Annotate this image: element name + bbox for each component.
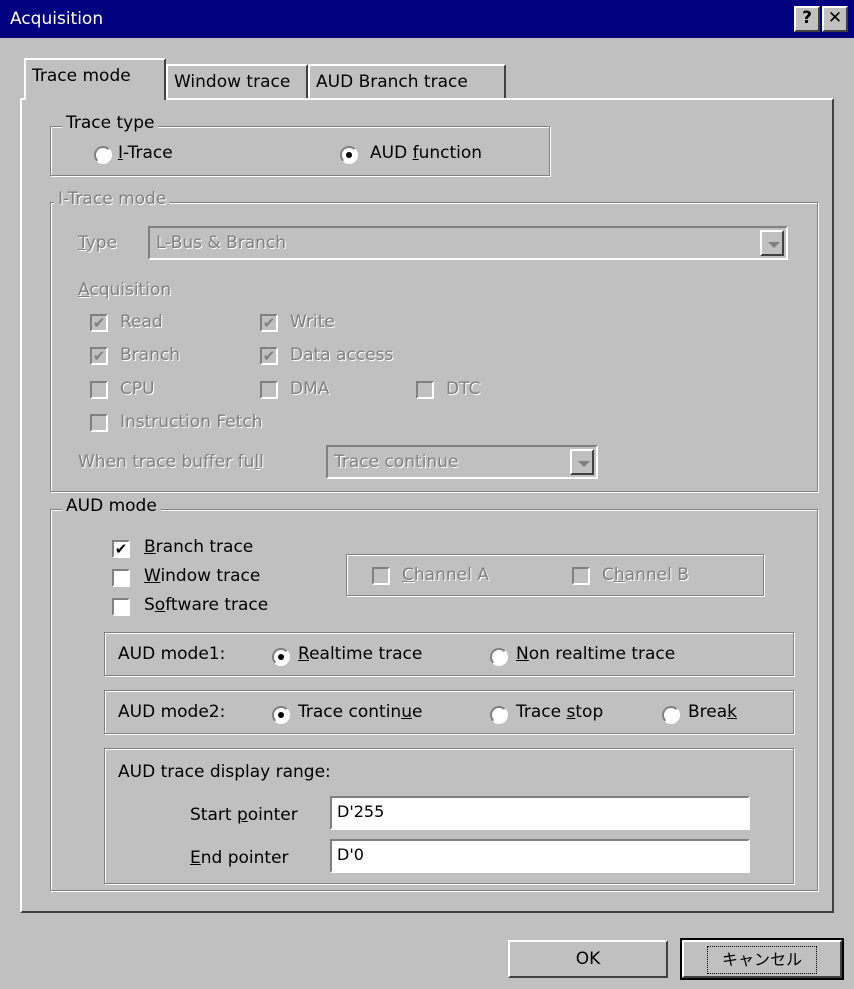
realtime-trace-radio[interactable] (272, 648, 290, 666)
end-pointer-value: D'0 (337, 845, 364, 864)
tab-label: Trace mode (32, 66, 131, 86)
read-label: Read (120, 312, 163, 332)
aud-mode-legend: AUD mode (62, 496, 161, 516)
buffer-full-label: When trace buffer full (78, 452, 264, 472)
branch-trace-checkbox[interactable]: ✔ (112, 540, 130, 558)
itrace-radio[interactable] (94, 146, 112, 164)
dropdown-arrow[interactable] (760, 230, 784, 256)
instruction-fetch-label: Instruction Fetch (120, 412, 263, 432)
cpu-label: CPU (120, 379, 155, 399)
tab-trace-mode[interactable]: Trace mode (24, 58, 166, 100)
trace-stop-label: Trace stop (516, 702, 604, 722)
branch-trace-label: Branch trace (144, 537, 254, 557)
start-pointer-label: Start pointer (190, 805, 298, 825)
radio-dot (278, 712, 284, 718)
start-pointer-value: D'255 (337, 802, 385, 821)
instruction-fetch-checkbox[interactable] (90, 414, 108, 432)
dtc-label: DTC (446, 379, 481, 399)
break-radio[interactable] (662, 706, 680, 724)
buffer-full-select[interactable]: Trace continue (326, 445, 598, 479)
end-pointer-label: End pointer (190, 848, 289, 868)
cancel-button[interactable]: キャンセル (680, 938, 844, 980)
close-button[interactable]: ✕ (822, 6, 848, 32)
window-trace-checkbox[interactable] (112, 569, 130, 587)
acquisition-label: Acquisition (78, 280, 172, 300)
data-access-label: Data access (290, 345, 394, 365)
dma-checkbox[interactable] (260, 381, 278, 399)
buffer-full-value: Trace continue (334, 452, 459, 472)
chevron-down-icon (768, 242, 780, 248)
window-trace-label: Window trace (144, 566, 261, 586)
tab-label: Window trace (174, 72, 291, 92)
branch-label: Branch (120, 345, 180, 365)
realtime-trace-label: Realtime trace (298, 644, 423, 664)
channel-b-label: Channel B (602, 565, 689, 585)
end-pointer-input[interactable]: D'0 (330, 839, 750, 873)
window-title: Acquisition (10, 9, 104, 29)
itrace-mode-legend: I-Trace mode (54, 189, 171, 209)
aud-function-label: AUD function (370, 143, 483, 163)
dtc-checkbox[interactable] (416, 381, 434, 399)
non-realtime-trace-label: Non realtime trace (516, 644, 676, 664)
tab-label: AUD Branch trace (316, 72, 468, 92)
non-realtime-trace-radio[interactable] (490, 648, 508, 666)
trace-continue-label: Trace continue (298, 702, 423, 722)
data-access-checkbox[interactable]: ✔ (260, 347, 278, 365)
radio-dot (278, 654, 284, 660)
ok-button[interactable]: OK (508, 940, 668, 978)
branch-checkbox[interactable]: ✔ (90, 347, 108, 365)
trace-type-legend: Trace type (62, 113, 159, 133)
channel-b-checkbox[interactable] (572, 567, 590, 585)
chevron-down-icon (578, 461, 590, 467)
channel-a-checkbox[interactable] (372, 567, 390, 585)
tab-aud-branch-trace[interactable]: AUD Branch trace (308, 64, 506, 98)
type-select-value: L-Bus & Branch (156, 233, 287, 253)
write-label: Write (290, 312, 335, 332)
software-trace-checkbox[interactable] (112, 598, 130, 616)
break-label: Break (688, 702, 738, 722)
cancel-button-face: キャンセル (682, 940, 842, 978)
help-button[interactable]: ? (794, 6, 820, 32)
type-label: Type (78, 233, 118, 253)
write-checkbox[interactable]: ✔ (260, 314, 278, 332)
cancel-button-label: キャンセル (706, 946, 817, 974)
software-trace-label: Software trace (144, 595, 269, 615)
title-bar (0, 0, 854, 38)
start-pointer-input[interactable]: D'255 (330, 796, 750, 830)
type-select[interactable]: L-Bus & Branch (148, 226, 788, 260)
trace-stop-radio[interactable] (490, 706, 508, 724)
radio-dot (346, 152, 352, 158)
aud-function-radio[interactable] (340, 146, 358, 164)
dropdown-arrow[interactable] (570, 449, 594, 475)
tab-join (26, 96, 164, 102)
tab-window-trace[interactable]: Window trace (166, 64, 308, 98)
display-range-label: AUD trace display range: (118, 762, 331, 782)
aud-mode1-label: AUD mode1: (118, 644, 226, 664)
dma-label: DMA (290, 379, 330, 399)
cpu-checkbox[interactable] (90, 381, 108, 399)
aud-mode2-label: AUD mode2: (118, 702, 226, 722)
itrace-label: I-Trace (118, 143, 173, 163)
trace-continue-radio[interactable] (272, 706, 290, 724)
channel-a-label: Channel A (402, 565, 489, 585)
read-checkbox[interactable]: ✔ (90, 314, 108, 332)
